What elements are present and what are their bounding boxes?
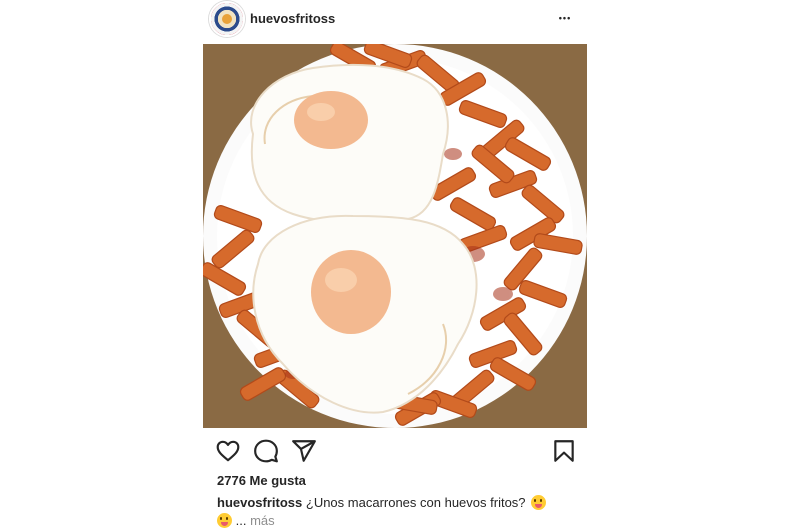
ellipsis-icon: ••• bbox=[558, 13, 572, 23]
post-header: huevosfritoss ••• bbox=[203, 0, 587, 40]
caption-text: ¿Unos macarrones con huevos fritos? bbox=[305, 495, 526, 510]
more-options-button[interactable]: ••• bbox=[553, 6, 577, 30]
comment-button[interactable] bbox=[253, 438, 279, 464]
fried-eggs-pasta-image bbox=[203, 44, 587, 428]
like-button[interactable] bbox=[215, 438, 241, 464]
share-button[interactable] bbox=[291, 438, 317, 464]
winking-tongue-emoji-icon bbox=[531, 495, 547, 510]
bookmark-icon bbox=[554, 440, 574, 462]
post-actions bbox=[203, 438, 587, 466]
caption-more-link[interactable]: más bbox=[250, 513, 275, 528]
caption-username[interactable]: huevosfritoss bbox=[217, 495, 302, 510]
save-button[interactable] bbox=[551, 438, 577, 464]
instagram-post: huevosfritoss ••• 2776 Me gusta huevosfr… bbox=[203, 0, 587, 530]
caption-ellipsis: ... bbox=[235, 513, 247, 528]
post-photo[interactable] bbox=[203, 44, 587, 428]
post-caption: huevosfritoss ¿Unos macarrones con huevo… bbox=[217, 494, 577, 530]
comment-icon bbox=[254, 439, 278, 463]
avatar[interactable] bbox=[209, 1, 245, 37]
post-username[interactable]: huevosfritoss bbox=[250, 11, 335, 26]
likes-count[interactable]: 2776 Me gusta bbox=[217, 473, 306, 488]
winking-tongue-emoji-icon bbox=[217, 513, 232, 528]
heart-icon bbox=[216, 440, 240, 462]
share-icon bbox=[292, 440, 316, 462]
